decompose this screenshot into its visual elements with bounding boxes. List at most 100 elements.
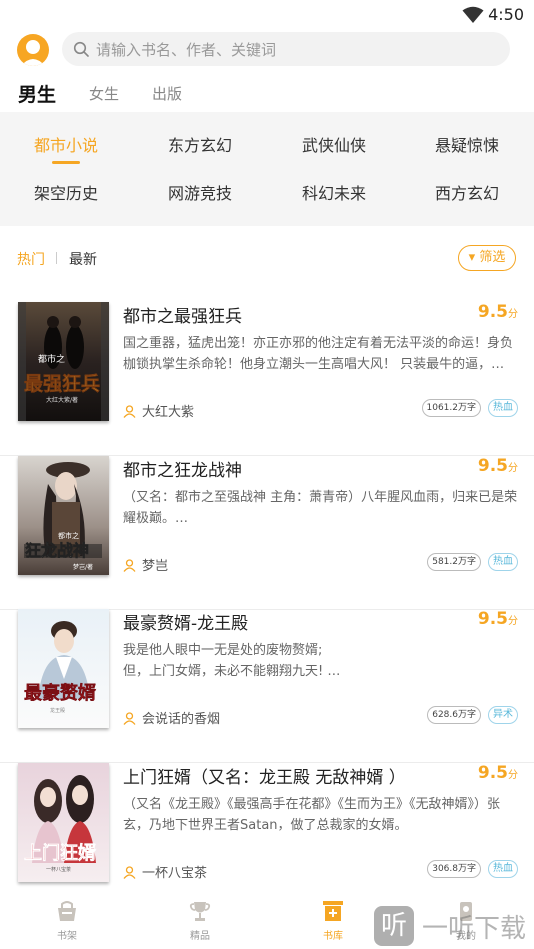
filter-button[interactable]: ▾ 筛选	[458, 245, 516, 271]
book-title[interactable]: 上门狂婿（又名：龙王殿 无敌神婿 ）	[123, 763, 406, 788]
search-icon	[73, 41, 89, 57]
library-icon	[323, 901, 343, 921]
category-gaming[interactable]: 网游竞技	[150, 180, 250, 204]
sort-separator	[56, 252, 57, 264]
book-cover-image: 上门狂婿 一杯八宝茶	[18, 763, 109, 882]
book-author: 一杯八宝茶	[123, 862, 207, 881]
score-unit: 分	[508, 770, 518, 781]
book-author: 会说话的香烟	[123, 708, 220, 727]
avatar-icon	[21, 40, 45, 66]
book-item[interactable]: 最豪赘婿 龙王殿 最豪赘婿-龙王殿 9.5分 我是他人眼中一无是处的废物赘婿; …	[0, 609, 534, 763]
tab-male[interactable]: 男生	[18, 80, 56, 107]
nav-library[interactable]: 书库	[298, 899, 368, 942]
genre-tag[interactable]: 热血	[488, 553, 518, 571]
person-icon	[123, 405, 136, 418]
category-suspense[interactable]: 悬疑惊悚	[417, 132, 517, 156]
book-title[interactable]: 最豪赘婿-龙王殿	[123, 609, 248, 634]
book-cover-image: 都市之 狂龙战神 梦岂/著	[18, 456, 109, 575]
wifi-icon	[462, 6, 484, 23]
sort-latest[interactable]: 最新	[69, 249, 97, 269]
cover-author-text: 梦岂/著	[73, 563, 93, 571]
book-item[interactable]: 都市之 最强狂兵 大红大紫/著 都市之最强狂兵 9.5分 国之重器，猛虎出笼！亦…	[0, 302, 534, 456]
nav-bookshelf[interactable]: 书架	[32, 899, 102, 942]
status-time: 4:50	[488, 5, 524, 24]
book-description: （又名：都市之至强战神 主角：萧青帝）八年腥风血雨，归来已是荣耀极巅。…	[123, 490, 518, 526]
word-count-badge: 1061.2万字	[421, 399, 481, 417]
score-unit: 分	[508, 463, 518, 474]
status-bar: 4:50	[0, 0, 534, 30]
cover-author-text: 龙王殿	[50, 707, 65, 714]
avatar[interactable]	[17, 34, 49, 66]
book-cover[interactable]: 都市之 最强狂兵 大红大紫/著	[18, 302, 109, 421]
cover-top-text: 都市之	[38, 353, 65, 365]
category-scifi[interactable]: 科幻未来	[284, 180, 384, 204]
book-cover[interactable]: 都市之 狂龙战神 梦岂/著	[18, 456, 109, 575]
cover-title-text: 最强狂兵	[24, 373, 100, 395]
score-value: 9.5	[477, 302, 508, 322]
cover-title-text: 最豪赘婿	[24, 682, 96, 704]
book-score: 9.5分	[478, 763, 518, 783]
search-placeholder: 请输入书名、作者、关键词	[96, 41, 277, 59]
person-icon	[123, 712, 136, 725]
book-score: 9.5分	[478, 609, 518, 629]
genre-tag[interactable]: 热血	[488, 399, 518, 417]
author-name: 大红大紫	[142, 405, 195, 420]
genre-tag[interactable]: 热血	[488, 860, 518, 878]
author-name: 梦岂	[142, 559, 169, 574]
book-description: （又名《龙王殿》《最强高手在花都》《生而为王》《无敌神婿》）张玄，乃地下世界王者…	[123, 797, 501, 833]
search-row: 请输入书名、作者、关键词	[0, 32, 534, 68]
nav-label: 精品	[190, 931, 210, 942]
category-label: 都市小说	[33, 136, 98, 155]
nav-label: 书库	[323, 931, 343, 942]
cover-title-text: 狂龙战神	[25, 541, 89, 560]
book-cover-image: 最豪赘婿 龙王殿	[18, 609, 109, 728]
score-value: 9.5	[477, 609, 508, 629]
book-description: 我是他人眼中一无是处的废物赘婿; 但，上门女婿，未必不能翱翔九天! …	[123, 643, 341, 679]
author-name: 一杯八宝茶	[142, 866, 208, 881]
word-count-badge: 581.2万字	[427, 553, 481, 571]
book-description: 国之重器，猛虎出笼！亦正亦邪的他注定有着无法平淡的命运！身负枷锁执掌生杀命轮！他…	[123, 336, 514, 372]
watermark-logo: 听 一听下载	[374, 904, 534, 949]
book-item[interactable]: 上门狂婿 一杯八宝茶 上门狂婿（又名：龙王殿 无敌神婿 ） 9.5分 （又名《龙…	[0, 763, 534, 917]
word-count-badge: 628.6万字	[427, 706, 481, 724]
person-icon	[123, 559, 136, 572]
book-title[interactable]: 都市之最强狂兵	[123, 302, 242, 327]
book-item[interactable]: 都市之 狂龙战神 梦岂/著 都市之狂龙战神 9.5分 （又名：都市之至强战神 主…	[0, 456, 534, 610]
book-cover[interactable]: 上门狂婿 一杯八宝茶	[18, 763, 109, 882]
sort-hot[interactable]: 热门	[17, 249, 45, 269]
word-count-badge: 306.8万字	[427, 860, 481, 878]
watermark-text: 一听下载	[422, 914, 527, 944]
book-author: 梦岂	[123, 555, 168, 574]
category-urban[interactable]: 都市小说	[16, 132, 116, 164]
score-value: 9.5	[477, 456, 508, 476]
book-cover[interactable]: 最豪赘婿 龙王殿	[18, 609, 109, 728]
watermark-glyph: 听	[374, 906, 414, 946]
category-active-indicator	[52, 161, 80, 164]
book-score: 9.5分	[478, 302, 518, 322]
cover-title-text: 上门狂婿	[24, 842, 96, 864]
book-score: 9.5分	[478, 456, 518, 476]
bookshelf-icon	[58, 901, 76, 921]
score-value: 9.5	[477, 763, 508, 783]
score-unit: 分	[508, 309, 518, 320]
tab-female[interactable]: 女生	[89, 83, 119, 104]
person-icon	[123, 866, 136, 879]
sort-bar: 热门 最新 ▾ 筛选	[0, 244, 534, 272]
nav-featured[interactable]: 精品	[165, 899, 235, 942]
cover-author-text: 大红大紫/著	[46, 396, 78, 404]
category-eastern-fantasy[interactable]: 东方玄幻	[150, 132, 250, 156]
category-alt-history[interactable]: 架空历史	[16, 180, 116, 204]
category-panel: 都市小说 东方玄幻 武侠仙侠 悬疑惊悚 架空历史 网游竞技 科幻未来 西方玄幻	[0, 112, 534, 226]
genre-tag[interactable]: 异术	[488, 706, 518, 724]
book-author: 大红大紫	[123, 401, 194, 420]
book-title[interactable]: 都市之狂龙战神	[123, 456, 242, 481]
cover-author-text: 一杯八宝茶	[46, 866, 71, 873]
search-input[interactable]: 请输入书名、作者、关键词	[62, 32, 510, 66]
book-cover-image: 都市之 最强狂兵 大红大紫/著	[18, 302, 109, 421]
tab-publish[interactable]: 出版	[152, 83, 182, 104]
author-name: 会说话的香烟	[142, 712, 221, 727]
cover-top-text: 都市之	[58, 531, 79, 540]
category-wuxia[interactable]: 武侠仙侠	[284, 132, 384, 156]
category-western-fantasy[interactable]: 西方玄幻	[417, 180, 517, 204]
nav-label: 书架	[57, 931, 77, 942]
